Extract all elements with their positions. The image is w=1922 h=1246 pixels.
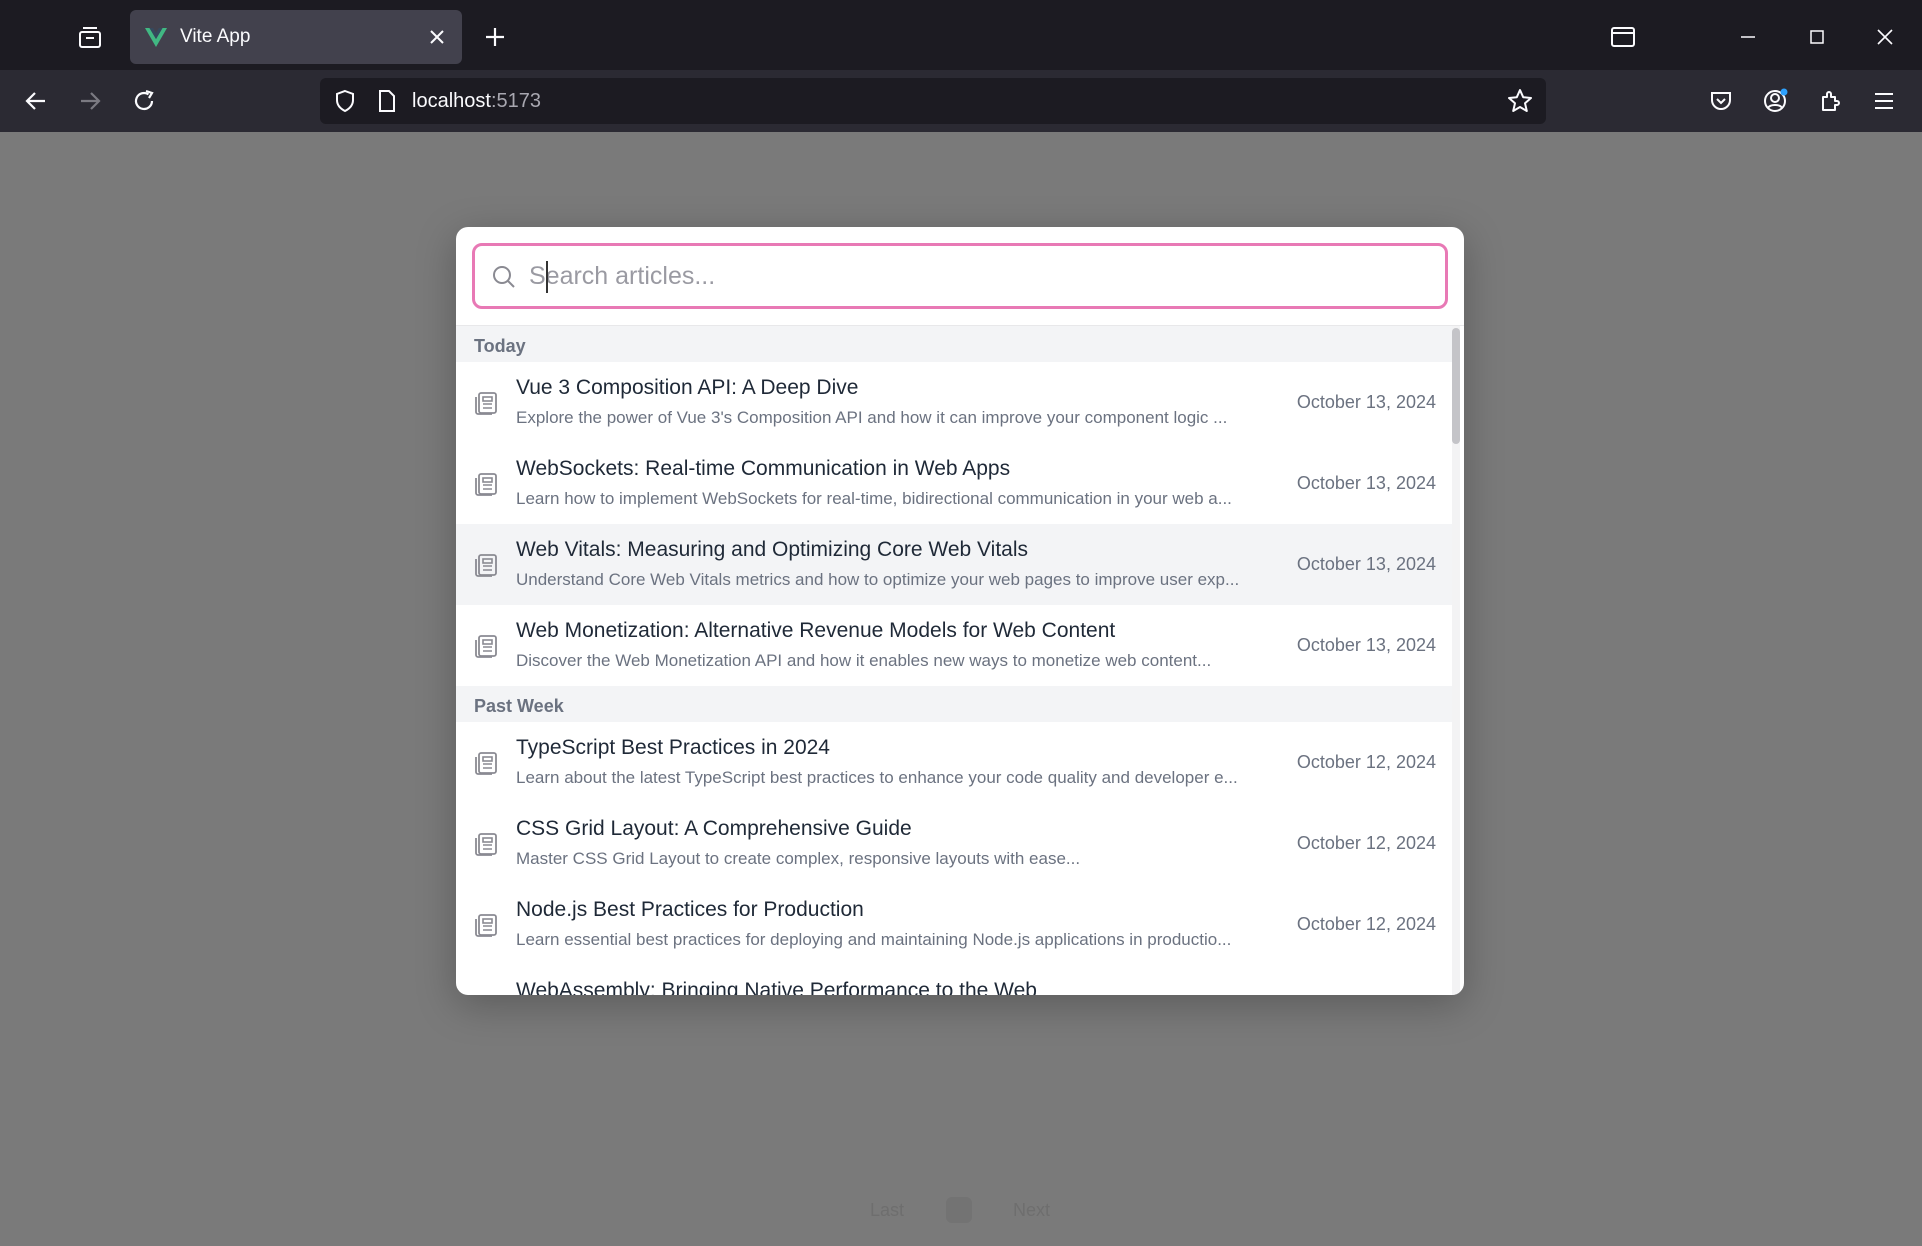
search-box[interactable] — [472, 243, 1448, 309]
result-item[interactable]: Web Vitals: Measuring and Optimizing Cor… — [456, 524, 1452, 605]
article-icon — [474, 993, 500, 995]
pager-current[interactable] — [945, 1197, 972, 1223]
article-icon — [474, 912, 500, 938]
result-excerpt: Understand Core Web Vitals metrics and h… — [516, 570, 1240, 589]
tab-vite-app[interactable]: Vite App — [130, 10, 462, 64]
result-item[interactable]: Vue 3 Composition API: A Deep Dive Explor… — [456, 362, 1452, 443]
window-close-icon[interactable] — [1865, 18, 1905, 56]
vue-logo-icon — [145, 28, 167, 47]
results-groups: Today Vue 3 Composition API: A Deep Dive E… — [456, 326, 1464, 995]
maximize-icon[interactable] — [1797, 18, 1837, 56]
result-title: TypeScript Best Practices in 2024 — [516, 736, 830, 759]
page-icon[interactable] — [372, 86, 402, 116]
results-list[interactable]: Today Vue 3 Composition API: A Deep Dive E… — [456, 325, 1464, 995]
result-item[interactable]: Web Monetization: Alternative Revenue Mo… — [456, 605, 1452, 686]
minimize-icon[interactable] — [1728, 18, 1768, 56]
result-excerpt: Learn how to implement WebSockets for re… — [516, 489, 1232, 508]
result-excerpt: Learn essential best practices for deplo… — [516, 930, 1232, 949]
url-bar[interactable]: localhost:5173 — [320, 78, 1546, 124]
star-icon[interactable] — [1504, 85, 1536, 117]
tab-bar: Vite App — [0, 0, 1922, 70]
window-tabs-icon[interactable] — [1603, 18, 1643, 56]
result-excerpt: Discover the Web Monetization API and ho… — [516, 651, 1212, 670]
result-title: Vue 3 Composition API: A Deep Dive — [516, 376, 859, 399]
result-date: October 13, 2024 — [1296, 554, 1436, 574]
pagination: Last Next — [870, 1195, 1050, 1225]
article-icon — [474, 471, 500, 497]
scrollbar[interactable] — [1452, 326, 1460, 995]
result-title: Web Monetization: Alternative Revenue Mo… — [516, 619, 1116, 642]
article-icon — [474, 390, 500, 416]
url-text: localhost:5173 — [412, 90, 541, 113]
url-host: localhost — [412, 90, 491, 112]
close-icon[interactable] — [426, 26, 448, 48]
article-icon — [474, 831, 500, 857]
result-date: October 13, 2024 — [1296, 635, 1436, 655]
group-header: Past Week — [456, 686, 1452, 722]
search-icon — [493, 266, 515, 288]
reload-icon[interactable] — [124, 82, 164, 120]
result-title: Web Vitals: Measuring and Optimizing Cor… — [516, 538, 1029, 561]
search-input[interactable] — [529, 256, 1429, 296]
tab-list-icon[interactable] — [70, 20, 110, 56]
article-icon — [474, 750, 500, 776]
result-date: October 13, 2024 — [1296, 392, 1436, 412]
plus-icon[interactable] — [478, 20, 512, 54]
result-title: Node.js Best Practices for Production — [516, 898, 864, 921]
result-excerpt: Explore the power of Vue 3's Composition… — [516, 408, 1228, 427]
url-port: :5173 — [490, 90, 541, 112]
back-arrow-icon[interactable] — [16, 82, 56, 120]
result-title: WebAssembly: Bringing Native Performance… — [516, 979, 1037, 995]
result-date: October 13, 2024 — [1296, 473, 1436, 493]
result-date: October 12, 2024 — [1296, 914, 1436, 934]
shield-icon[interactable] — [330, 86, 360, 116]
pocket-icon[interactable] — [1701, 82, 1741, 120]
navigation-toolbar: localhost:5173 — [0, 70, 1922, 132]
account-icon[interactable] — [1756, 82, 1796, 120]
pager-prev[interactable]: Last — [870, 1200, 904, 1221]
group-header: Today — [456, 326, 1452, 362]
result-item[interactable]: WebSockets: Real-time Communication in W… — [456, 443, 1452, 524]
result-excerpt: Master CSS Grid Layout to create complex… — [516, 849, 1081, 868]
tab-title: Vite App — [180, 26, 251, 47]
article-icon — [474, 633, 500, 659]
search-dialog: Today Vue 3 Composition API: A Deep Dive E… — [456, 227, 1464, 995]
article-icon — [474, 552, 500, 578]
result-date: October 12, 2024 — [1296, 752, 1436, 772]
result-title: WebSockets: Real-time Communication in W… — [516, 457, 1011, 480]
text-caret — [546, 261, 548, 293]
forward-arrow-icon[interactable] — [70, 82, 110, 120]
result-item[interactable]: WebAssembly: Bringing Native Performance… — [456, 965, 1452, 995]
hamburger-icon[interactable] — [1864, 82, 1904, 120]
result-item[interactable]: CSS Grid Layout: A Comprehensive Guide Ma… — [456, 803, 1452, 884]
result-date: October 12, 2024 — [1296, 833, 1436, 853]
result-excerpt: Learn about the latest TypeScript best p… — [516, 768, 1238, 787]
result-item[interactable]: Node.js Best Practices for Production Lea… — [456, 884, 1452, 965]
pager-next[interactable]: Next — [1013, 1200, 1050, 1221]
result-title: CSS Grid Layout: A Comprehensive Guide — [516, 817, 912, 840]
scrollbar-thumb[interactable] — [1452, 328, 1460, 444]
result-item[interactable]: TypeScript Best Practices in 2024 Learn a… — [456, 722, 1452, 803]
puzzle-icon[interactable] — [1810, 82, 1850, 120]
